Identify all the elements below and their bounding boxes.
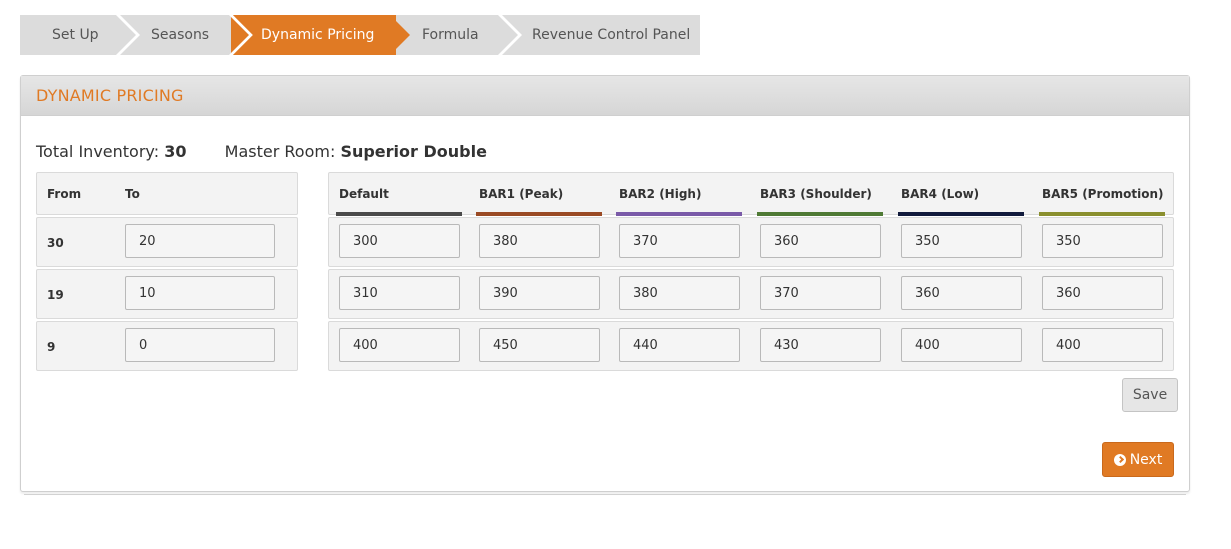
header-bar2: BAR2 (High) [619, 187, 702, 201]
price-input-bar4[interactable] [901, 224, 1022, 258]
step-setup[interactable]: Set Up [52, 15, 99, 55]
next-button-label: Next [1129, 451, 1163, 468]
price-input-bar1[interactable] [479, 276, 600, 310]
chevron-separator [498, 15, 522, 55]
from-value: 19 [47, 288, 64, 302]
step-seasons[interactable]: Seasons [151, 15, 209, 55]
range-table-header: From To [36, 172, 298, 215]
master-room-label: Master Room: [224, 142, 336, 161]
price-input-bar5[interactable] [1042, 328, 1163, 362]
price-input-bar3[interactable] [760, 328, 881, 362]
to-input[interactable] [125, 276, 275, 310]
next-button[interactable]: Next [1102, 442, 1174, 477]
price-input-bar2[interactable] [619, 328, 740, 362]
color-bar-default [336, 212, 462, 216]
price-input-default[interactable] [339, 276, 460, 310]
step-formula[interactable]: Formula [422, 15, 479, 55]
price-input-bar3[interactable] [760, 276, 881, 310]
header-default: Default [339, 187, 389, 201]
chevron-separator [116, 15, 140, 55]
from-value: 30 [47, 236, 64, 250]
table-row: 9 [36, 321, 298, 371]
panel-title: DYNAMIC PRICING [21, 76, 1189, 116]
price-input-bar2[interactable] [619, 224, 740, 258]
price-input-default[interactable] [339, 328, 460, 362]
color-bar-bar3 [757, 212, 883, 216]
master-room-value: Superior Double [340, 142, 487, 161]
price-input-bar2[interactable] [619, 276, 740, 310]
header-bar3: BAR3 (Shoulder) [760, 187, 872, 201]
from-value: 9 [47, 340, 56, 354]
dynamic-pricing-panel: DYNAMIC PRICING Total Inventory: 30 Mast… [20, 75, 1190, 492]
to-input[interactable] [125, 328, 275, 362]
color-bar-bar4 [898, 212, 1024, 216]
header-bar4: BAR4 (Low) [901, 187, 980, 201]
to-input[interactable] [125, 224, 275, 258]
table-row: 19 [36, 269, 298, 319]
header-to: To [125, 187, 140, 201]
inventory-value: 30 [164, 142, 187, 161]
price-input-bar1[interactable] [479, 224, 600, 258]
color-bar-bar5 [1039, 212, 1165, 216]
header-bar5: BAR5 (Promotion) [1042, 187, 1164, 201]
step-revenue-control-panel[interactable]: Revenue Control Panel [532, 15, 690, 55]
price-input-bar5[interactable] [1042, 276, 1163, 310]
table-row [328, 269, 1174, 319]
header-bar1: BAR1 (Peak) [479, 187, 564, 201]
price-input-default[interactable] [339, 224, 460, 258]
table-row [328, 321, 1174, 371]
price-table-header: Default BAR1 (Peak) BAR2 (High) BAR3 (Sh… [328, 172, 1174, 216]
step-dynamic-pricing[interactable]: Dynamic Pricing [231, 15, 396, 55]
color-bar-bar2 [616, 212, 742, 216]
price-input-bar4[interactable] [901, 276, 1022, 310]
table-row: 30 [36, 217, 298, 267]
color-bar-bar1 [476, 212, 602, 216]
price-input-bar3[interactable] [760, 224, 881, 258]
chevron-circle-right-icon [1113, 453, 1126, 466]
panel-bottom-edge [24, 494, 1186, 496]
price-input-bar4[interactable] [901, 328, 1022, 362]
price-input-bar1[interactable] [479, 328, 600, 362]
header-from: From [47, 187, 82, 201]
save-button[interactable]: Save [1122, 378, 1178, 412]
table-row [328, 217, 1174, 267]
wizard-steps: Set Up Seasons Dynamic Pricing Formula R… [20, 15, 700, 55]
inventory-summary: Total Inventory: 30 Master Room: Superio… [36, 142, 487, 161]
inventory-label: Total Inventory: [36, 142, 160, 161]
price-input-bar5[interactable] [1042, 224, 1163, 258]
